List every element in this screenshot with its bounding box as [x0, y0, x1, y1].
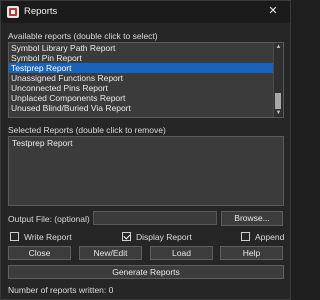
list-items: Symbol Library Path Report Symbol Pin Re…	[9, 43, 283, 113]
display-report-label: Display Report	[136, 232, 192, 242]
reports-written-status: Number of reports written: 0	[8, 285, 114, 295]
reports-dialog: Reports ✕ Available reports (double clic…	[0, 0, 291, 300]
load-button[interactable]: Load	[150, 246, 213, 260]
help-button[interactable]: Help	[220, 246, 283, 260]
scroll-thumb[interactable]	[275, 93, 281, 109]
scroll-up-icon[interactable]: ▲	[274, 43, 283, 51]
available-reports-scrollbar[interactable]: ▲ ▼	[273, 43, 283, 117]
available-reports-list[interactable]: Symbol Library Path Report Symbol Pin Re…	[8, 42, 284, 118]
scroll-down-icon[interactable]: ▼	[274, 109, 283, 117]
write-report-checkbox[interactable]	[10, 232, 19, 241]
list-item[interactable]: Unassigned Functions Report	[9, 73, 283, 83]
output-file-label: Output File: (optional)	[8, 214, 90, 224]
append-label: Append	[255, 232, 285, 242]
list-item[interactable]: Unused Blind/Buried Via Report	[9, 103, 283, 113]
title-bar[interactable]: Reports ✕	[1, 1, 290, 23]
window-title: Reports	[24, 6, 58, 17]
new-edit-button[interactable]: New/Edit	[79, 246, 142, 260]
app-icon	[7, 6, 19, 18]
selected-reports-label: Selected Reports (double click to remove…	[8, 125, 166, 135]
list-item[interactable]: Testprep Report	[9, 63, 283, 73]
close-button[interactable]: Close	[8, 246, 71, 260]
list-item[interactable]: Testprep Report	[9, 138, 283, 148]
generate-reports-button[interactable]: Generate Reports	[8, 265, 284, 279]
write-report-label: Write Report	[24, 232, 72, 242]
append-checkbox[interactable]	[241, 232, 250, 241]
display-report-checkbox[interactable]	[122, 232, 131, 241]
list-item[interactable]: Unconnected Pins Report	[9, 83, 283, 93]
list-item[interactable]: Unplaced Components Report	[9, 93, 283, 103]
list-item[interactable]: Symbol Pin Report	[9, 53, 283, 63]
close-window-icon[interactable]: ✕	[256, 1, 290, 23]
available-reports-label: Available reports (double click to selec…	[8, 31, 158, 41]
browse-button[interactable]: Browse...	[221, 211, 283, 226]
list-item[interactable]: Symbol Library Path Report	[9, 43, 283, 53]
selected-reports-list[interactable]: Testprep Report	[8, 136, 284, 206]
output-file-field[interactable]	[93, 211, 217, 225]
